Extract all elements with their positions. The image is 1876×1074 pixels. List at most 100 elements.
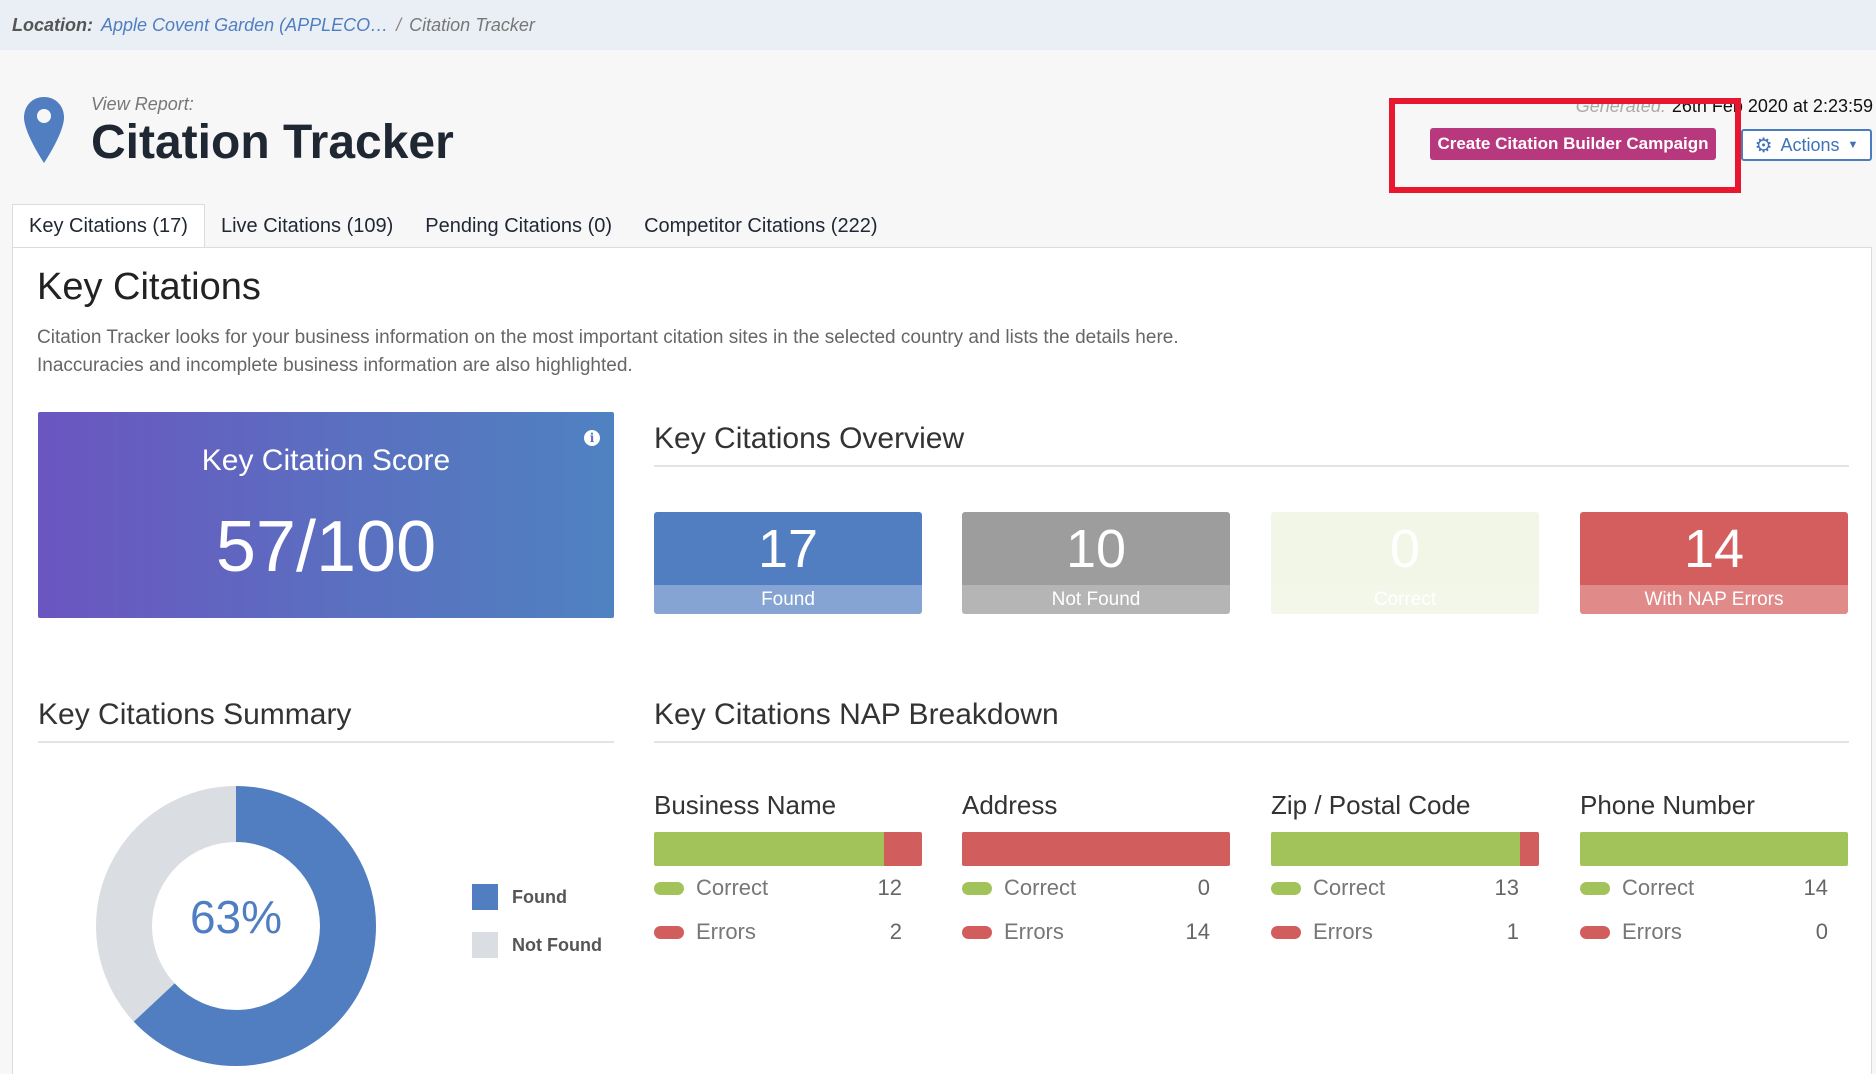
row-value: 0	[1815, 919, 1828, 944]
correct-pill-icon	[1271, 881, 1301, 895]
breadcrumb-separator: /	[396, 14, 402, 35]
errors-pill-icon	[654, 925, 684, 939]
section-title: Key Citations	[37, 266, 261, 308]
correct-pill-icon	[654, 881, 684, 895]
nap-correct-row: Correct 13	[1271, 866, 1539, 910]
nap-bar-errors	[883, 832, 922, 866]
errors-pill-icon	[1580, 925, 1610, 939]
correct-pill-icon	[1580, 881, 1610, 895]
row-value: 14	[1803, 875, 1828, 900]
breadcrumb: Location: Apple Covent Garden (APPLECO… …	[0, 0, 1876, 50]
nap-bar-correct	[1580, 832, 1848, 866]
row-value: 2	[889, 919, 902, 944]
nap-divider	[654, 741, 1849, 743]
legend-swatch	[472, 884, 498, 910]
nap-bar-correct	[1271, 832, 1520, 866]
row-value: 14	[1185, 919, 1210, 944]
row-value: 12	[877, 875, 902, 900]
stat-not-found: 10 Not Found	[962, 512, 1230, 614]
row-label: Errors	[696, 919, 756, 944]
generated-label: Generated:	[1575, 96, 1666, 116]
nap-column-address: Address Correct 0 Errors 14	[962, 790, 1230, 954]
nap-bar	[654, 832, 922, 866]
stat-label: With NAP Errors	[1580, 585, 1848, 614]
summary-title: Key Citations Summary	[38, 698, 352, 731]
tab-pending-citations[interactable]: Pending Citations (0)	[409, 204, 628, 248]
score-value: 57/100	[215, 507, 437, 587]
row-label: Errors	[1004, 919, 1064, 944]
legend-found: Found	[472, 884, 567, 910]
nap-bar	[962, 832, 1230, 866]
caret-down-icon: ▼	[1847, 139, 1859, 151]
nap-column-title: Address	[962, 790, 1058, 820]
stat-correct: 0 Correct	[1271, 512, 1539, 614]
breadcrumb-location-link[interactable]: Apple Covent Garden (APPLECO…	[101, 15, 388, 36]
row-label: Correct	[696, 875, 769, 900]
legend-swatch	[472, 932, 498, 958]
create-citation-builder-campaign-button[interactable]: Create Citation Builder Campaign	[1430, 128, 1716, 160]
row-label: Correct	[1004, 875, 1077, 900]
info-icon[interactable]: i	[584, 430, 600, 446]
nap-correct-row: Correct 14	[1580, 866, 1848, 910]
nap-bar-errors	[1519, 832, 1539, 866]
nap-bar-correct	[654, 832, 884, 866]
row-value: 0	[1197, 875, 1210, 900]
nap-column-business-name: Business Name Correct 12 Errors 2	[654, 790, 922, 954]
donut-percent-label: 63%	[189, 891, 283, 943]
nap-column-phone-number: Phone Number Correct 14 Errors 0	[1580, 790, 1848, 954]
actions-label: Actions	[1780, 134, 1840, 155]
row-label: Errors	[1313, 919, 1373, 944]
actions-dropdown-button[interactable]: ⚙ Actions ▼	[1741, 129, 1872, 161]
stat-label: Found	[654, 585, 922, 614]
nap-errors-row: Errors 0	[1580, 910, 1848, 954]
tab-competitor-citations[interactable]: Competitor Citations (222)	[628, 204, 893, 248]
view-report-label: View Report:	[91, 94, 194, 114]
location-label: Location:	[12, 14, 93, 35]
stat-value: 10	[962, 512, 1230, 585]
stat-found: 17 Found	[654, 512, 922, 614]
overview-divider	[654, 465, 1849, 467]
summary-divider	[38, 741, 614, 743]
row-label: Correct	[1313, 875, 1386, 900]
stat-value: 17	[654, 512, 922, 585]
errors-pill-icon	[1271, 925, 1301, 939]
tab-key-citations[interactable]: Key Citations (17)	[12, 204, 205, 248]
tab-live-citations[interactable]: Live Citations (109)	[205, 204, 409, 248]
errors-pill-icon	[962, 925, 992, 939]
stat-label: Correct	[1271, 585, 1539, 614]
stat-label: Not Found	[962, 585, 1230, 614]
nap-errors-row: Errors 1	[1271, 910, 1539, 954]
nap-correct-row: Correct 0	[962, 866, 1230, 910]
gear-icon: ⚙	[1754, 134, 1773, 157]
key-citation-score-card: Key Citation Score 57/100 i	[38, 412, 614, 618]
breadcrumb-current: Citation Tracker	[409, 14, 535, 35]
row-label: Correct	[1622, 875, 1695, 900]
nap-errors-row: Errors 14	[962, 910, 1230, 954]
legend-label: Not Found	[512, 934, 602, 955]
section-description: Citation Tracker looks for your business…	[37, 327, 1179, 376]
stat-value: 14	[1580, 512, 1848, 585]
location-pin-icon	[24, 97, 64, 163]
nap-bar	[1271, 832, 1539, 866]
report-tabs: Key Citations (17) Live Citations (109) …	[12, 204, 894, 248]
nap-column-zip-postal-code: Zip / Postal Code Correct 13 Errors 1	[1271, 790, 1539, 954]
stat-value: 0	[1271, 512, 1539, 585]
overview-title: Key Citations Overview	[654, 422, 965, 455]
correct-pill-icon	[962, 881, 992, 895]
generated-value: 26th Feb 2020 at 2:23:59	[1671, 96, 1873, 116]
row-value: 1	[1506, 919, 1519, 944]
nap-title: Key Citations NAP Breakdown	[654, 698, 1059, 731]
nap-bar-errors	[962, 832, 1230, 866]
nap-column-title: Zip / Postal Code	[1271, 790, 1471, 820]
nap-column-title: Business Name	[654, 790, 837, 820]
stat-nap-errors: 14 With NAP Errors	[1580, 512, 1848, 614]
nap-correct-row: Correct 12	[654, 866, 922, 910]
nap-bar	[1580, 832, 1848, 866]
legend-label: Found	[512, 886, 567, 907]
row-value: 13	[1494, 875, 1519, 900]
nap-column-title: Phone Number	[1580, 790, 1755, 820]
page-title: Citation Tracker	[91, 116, 454, 169]
generated-timestamp: Generated: 26th Feb 2020 at 2:23:59	[1576, 96, 1873, 117]
row-label: Errors	[1622, 919, 1682, 944]
score-label: Key Citation Score	[201, 444, 451, 477]
